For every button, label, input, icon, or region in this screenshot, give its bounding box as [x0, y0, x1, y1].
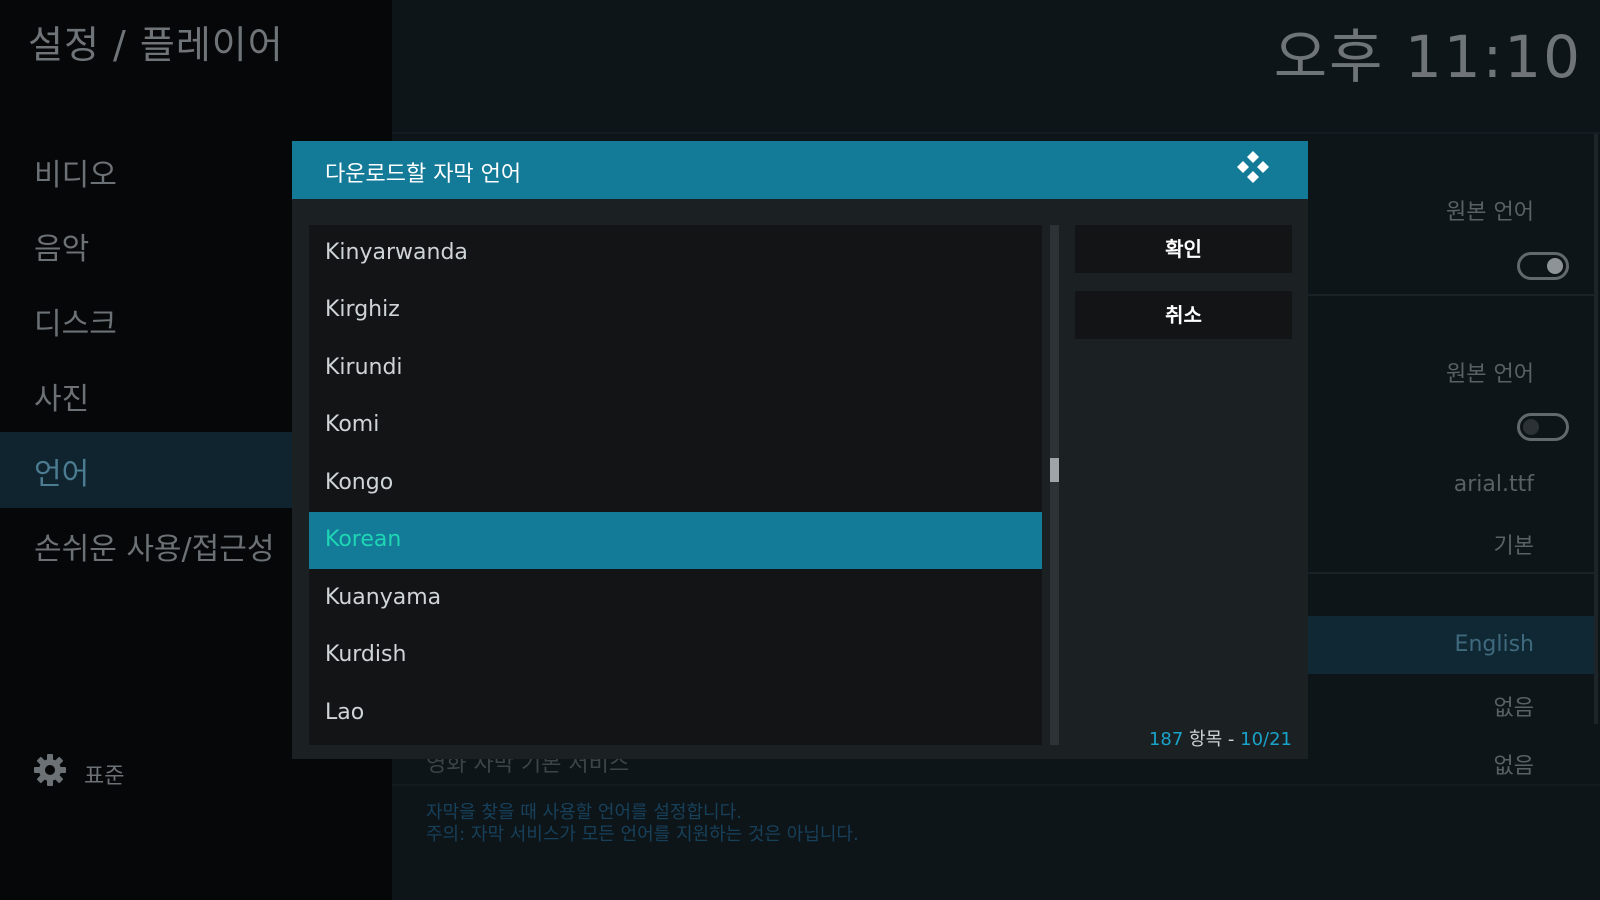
- item-count-label: 항목: [1189, 729, 1223, 750]
- list-item[interactable]: Kinyarwanda: [309, 225, 1042, 282]
- kodi-logo-icon: [1232, 149, 1274, 191]
- list-item-selected[interactable]: Korean: [309, 512, 1042, 569]
- cancel-button[interactable]: 취소: [1075, 291, 1292, 339]
- setting-value: 없음: [1493, 754, 1534, 779]
- list-item-label: Kurdish: [325, 642, 407, 667]
- setting-value: 원본 언어: [1446, 362, 1534, 387]
- list-item[interactable]: Lao: [309, 685, 1042, 742]
- item-count-separator: -: [1227, 729, 1235, 750]
- list-item-label: Kongo: [325, 470, 394, 495]
- scrollbar-thumb[interactable]: [1050, 458, 1059, 482]
- sidebar-item-pictures[interactable]: 사진: [34, 374, 89, 418]
- divider: [392, 132, 1600, 134]
- list-item-label: Kirundi: [325, 355, 403, 380]
- list-item-label: Lao: [325, 700, 365, 725]
- sidebar-item-music[interactable]: 음악: [34, 224, 89, 268]
- ok-button[interactable]: 확인: [1075, 225, 1292, 273]
- item-total: 187: [1148, 729, 1184, 750]
- divider: [1305, 294, 1595, 296]
- settings-level-label[interactable]: 표준: [84, 758, 124, 790]
- sidebar-item-language[interactable]: 언어: [34, 449, 89, 493]
- subtitle-language-dialog: 다운로드할 자막 언어 Kinyarwanda Kirghiz Kirundi …: [292, 141, 1308, 759]
- sidebar-item-video[interactable]: 비디오: [34, 150, 117, 194]
- sidebar-item-disc[interactable]: 디스크: [34, 299, 117, 343]
- divider: [1305, 572, 1595, 574]
- toggle-off[interactable]: [1517, 413, 1569, 441]
- list-item[interactable]: Kongo: [309, 455, 1042, 512]
- settings-scrollbar[interactable]: [1594, 134, 1598, 724]
- dialog-title: 다운로드할 자막 언어: [325, 162, 522, 187]
- list-item[interactable]: Kirghiz: [309, 282, 1042, 339]
- divider: [392, 784, 1600, 786]
- list-item-label: Kirghiz: [325, 297, 400, 322]
- setting-description: 주의: 자막 서비스가 모든 언어를 지원하는 것은 아닙니다.: [426, 824, 859, 845]
- setting-value: arial.ttf: [1453, 472, 1534, 497]
- page-indicator: 10/21: [1240, 729, 1292, 750]
- item-count: 187 항목 - 10/21: [1149, 725, 1292, 751]
- language-list[interactable]: Kinyarwanda Kirghiz Kirundi Komi Kongo K…: [309, 225, 1042, 745]
- list-item[interactable]: Kurdish: [309, 627, 1042, 684]
- list-item-label: Kinyarwanda: [325, 240, 468, 265]
- gear-icon[interactable]: [32, 752, 68, 788]
- list-item-label: Komi: [325, 412, 380, 437]
- list-item[interactable]: Komi: [309, 397, 1042, 454]
- clock: 오후 11:10: [1273, 23, 1582, 91]
- setting-value: English: [1454, 632, 1534, 657]
- list-item-label: Korean: [325, 527, 402, 552]
- list-scrollbar[interactable]: [1050, 225, 1059, 745]
- setting-value: 없음: [1493, 696, 1534, 721]
- dialog-header: 다운로드할 자막 언어: [292, 141, 1308, 199]
- list-item[interactable]: Kuanyama: [309, 570, 1042, 627]
- toggle-on[interactable]: [1517, 252, 1569, 280]
- list-item[interactable]: Kirundi: [309, 340, 1042, 397]
- setting-value: 기본: [1493, 534, 1534, 559]
- focused-row-highlight: [1305, 616, 1595, 674]
- sidebar-item-accessibility[interactable]: 손쉬운 사용/접근성: [34, 524, 274, 568]
- breadcrumb: 설정 / 플레이어: [28, 23, 284, 67]
- list-item-label: Kuanyama: [325, 585, 442, 610]
- setting-value: 원본 언어: [1446, 200, 1534, 225]
